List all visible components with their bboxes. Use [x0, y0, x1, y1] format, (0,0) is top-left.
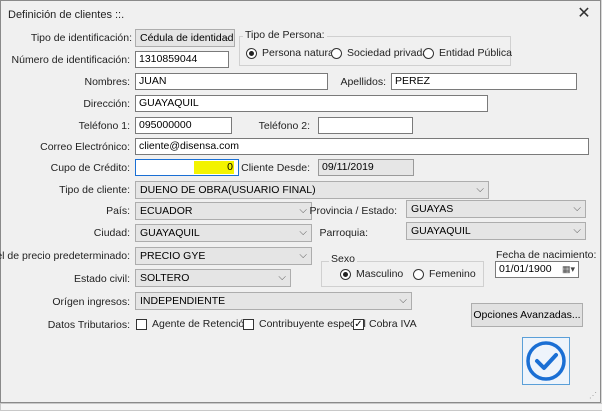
- tipo-cliente-select[interactable]: DUENO DE OBRA(USUARIO FINAL) ⌵: [135, 181, 489, 199]
- masculino-radio[interactable]: [340, 269, 351, 280]
- parroquia-value: GUAYAQUIL: [411, 225, 471, 237]
- provincia-label: Provincia / Estado:: [309, 205, 397, 217]
- sexo-title: Sexo: [329, 253, 357, 265]
- direccion-input[interactable]: GUAYAQUIL: [135, 95, 488, 112]
- provincia-value: GUAYAS: [411, 203, 454, 215]
- origen-ingresos-label: Orígen ingresos:: [52, 296, 130, 308]
- nombres-input[interactable]: JUAN: [135, 73, 328, 90]
- ciudad-value: GUAYAQUIL: [140, 227, 200, 239]
- nivel-precio-value: PRECIO GYE: [140, 250, 206, 262]
- chevron-down-icon: ⌵: [476, 184, 484, 195]
- femenino-radio[interactable]: [413, 269, 424, 280]
- accept-button[interactable]: [522, 337, 570, 385]
- numero-identificacion-label: Número de identificación:: [11, 54, 130, 66]
- ciudad-select[interactable]: GUAYAQUIL ⌵: [135, 224, 312, 242]
- numero-identificacion-input[interactable]: 1310859044: [135, 51, 229, 68]
- fecha-nacimiento-value: 01/01/1900: [499, 263, 552, 275]
- chevron-down-icon: ⌵: [299, 205, 307, 216]
- correo-input[interactable]: cliente@disensa.com: [135, 138, 589, 155]
- tipo-identificacion-label: Tipo de identificación:: [30, 32, 132, 44]
- chevron-down-icon: ⌵: [299, 227, 307, 238]
- pais-label: País:: [106, 205, 130, 217]
- sociedad-privada-radio[interactable]: [331, 48, 342, 59]
- pais-select[interactable]: ECUADOR ⌵: [135, 202, 312, 220]
- chevron-down-icon: ⌵: [222, 32, 230, 43]
- close-icon[interactable]: ✕: [575, 5, 593, 23]
- cupo-credito-input[interactable]: 0: [135, 159, 239, 176]
- telefono2-input[interactable]: [318, 117, 413, 134]
- ciudad-label: Ciudad:: [93, 227, 130, 239]
- tipo-cliente-label: Tipo de cliente:: [59, 184, 130, 196]
- pais-value: ECUADOR: [140, 205, 193, 217]
- agente-retencion-label: Agente de Retención: [152, 318, 251, 330]
- persona-natural-radio[interactable]: [246, 48, 257, 59]
- nombres-label: Nombres:: [84, 76, 130, 88]
- masculino-label: Masculino: [356, 268, 404, 280]
- cobra-iva-checkbox[interactable]: ✓: [353, 319, 364, 330]
- estado-civil-value: SOLTERO: [140, 272, 190, 284]
- chevron-down-icon: ⌵: [299, 250, 307, 261]
- femenino-label: Femenino: [429, 268, 476, 280]
- chevron-down-icon: ⌵: [573, 203, 581, 214]
- telefono1-label: Teléfono 1:: [78, 120, 130, 132]
- origen-ingresos-value: INDEPENDIENTE: [140, 295, 226, 307]
- nivel-precio-label: Nivel de precio predeterminado:: [0, 250, 130, 262]
- tipo-identificacion-value: Cédula de identidad: [140, 32, 234, 44]
- parroquia-label: Parroquia:: [319, 227, 368, 239]
- estado-civil-label: Estado civil:: [73, 273, 130, 285]
- client-definition-dialog: Definición de clientes ::. ✕ Tipo de ide…: [0, 0, 601, 403]
- origen-ingresos-select[interactable]: INDEPENDIENTE ⌵: [135, 292, 412, 310]
- entidad-publica-label: Entidad Pública: [439, 47, 512, 59]
- tipo-identificacion-select[interactable]: Cédula de identidad ⌵: [135, 29, 235, 47]
- persona-natural-label: Persona natural: [262, 47, 337, 59]
- apellidos-label: Apellidos:: [340, 76, 386, 88]
- apellidos-input[interactable]: PEREZ: [391, 73, 577, 90]
- tipo-cliente-value: DUENO DE OBRA(USUARIO FINAL): [140, 184, 316, 196]
- estado-civil-select[interactable]: SOLTERO ⌵: [135, 269, 291, 287]
- datos-tributarios-label: Datos Tributarios:: [47, 319, 130, 331]
- correo-label: Correo Electrónico:: [40, 141, 130, 153]
- dialog-title: Definición de clientes ::.: [8, 9, 125, 21]
- cupo-credito-value: 0: [227, 161, 233, 173]
- provincia-select[interactable]: GUAYAS ⌵: [406, 200, 586, 218]
- parroquia-select[interactable]: GUAYAQUIL ⌵: [406, 222, 586, 240]
- sociedad-privada-label: Sociedad privada: [347, 47, 429, 59]
- calendar-icon[interactable]: ▦▾: [562, 262, 575, 277]
- fecha-nacimiento-label: Fecha de nacimiento:: [496, 249, 597, 261]
- entidad-publica-radio[interactable]: [423, 48, 434, 59]
- cliente-desde-label: Cliente Desde:: [241, 162, 310, 174]
- opciones-avanzadas-button[interactable]: Opciones Avanzadas...: [471, 303, 583, 327]
- contribuyente-especial-label: Contribuyente especial: [259, 318, 366, 330]
- cliente-desde-input: 09/11/2019: [318, 159, 414, 176]
- background-cell: [0, 403, 602, 411]
- telefono2-label: Teléfono 2:: [258, 120, 310, 132]
- agente-retencion-checkbox[interactable]: [136, 319, 147, 330]
- checkmark-circle-icon: [526, 341, 566, 381]
- chevron-down-icon: ⌵: [399, 295, 407, 306]
- fecha-nacimiento-picker[interactable]: 01/01/1900 ▦▾: [495, 261, 579, 278]
- contribuyente-especial-checkbox[interactable]: [243, 319, 254, 330]
- resize-grip[interactable]: ⋰: [589, 391, 597, 400]
- tipo-persona-title: Tipo de Persona:: [243, 29, 327, 41]
- chevron-down-icon: ⌵: [573, 225, 581, 236]
- cupo-credito-label: Cupo de Crédito:: [50, 162, 130, 174]
- chevron-down-icon: ⌵: [278, 272, 286, 283]
- direccion-label: Dirección:: [83, 98, 130, 110]
- telefono1-input[interactable]: 095000000: [135, 117, 232, 134]
- cobra-iva-label: Cobra IVA: [369, 318, 417, 330]
- nivel-precio-select[interactable]: PRECIO GYE ⌵: [135, 247, 312, 265]
